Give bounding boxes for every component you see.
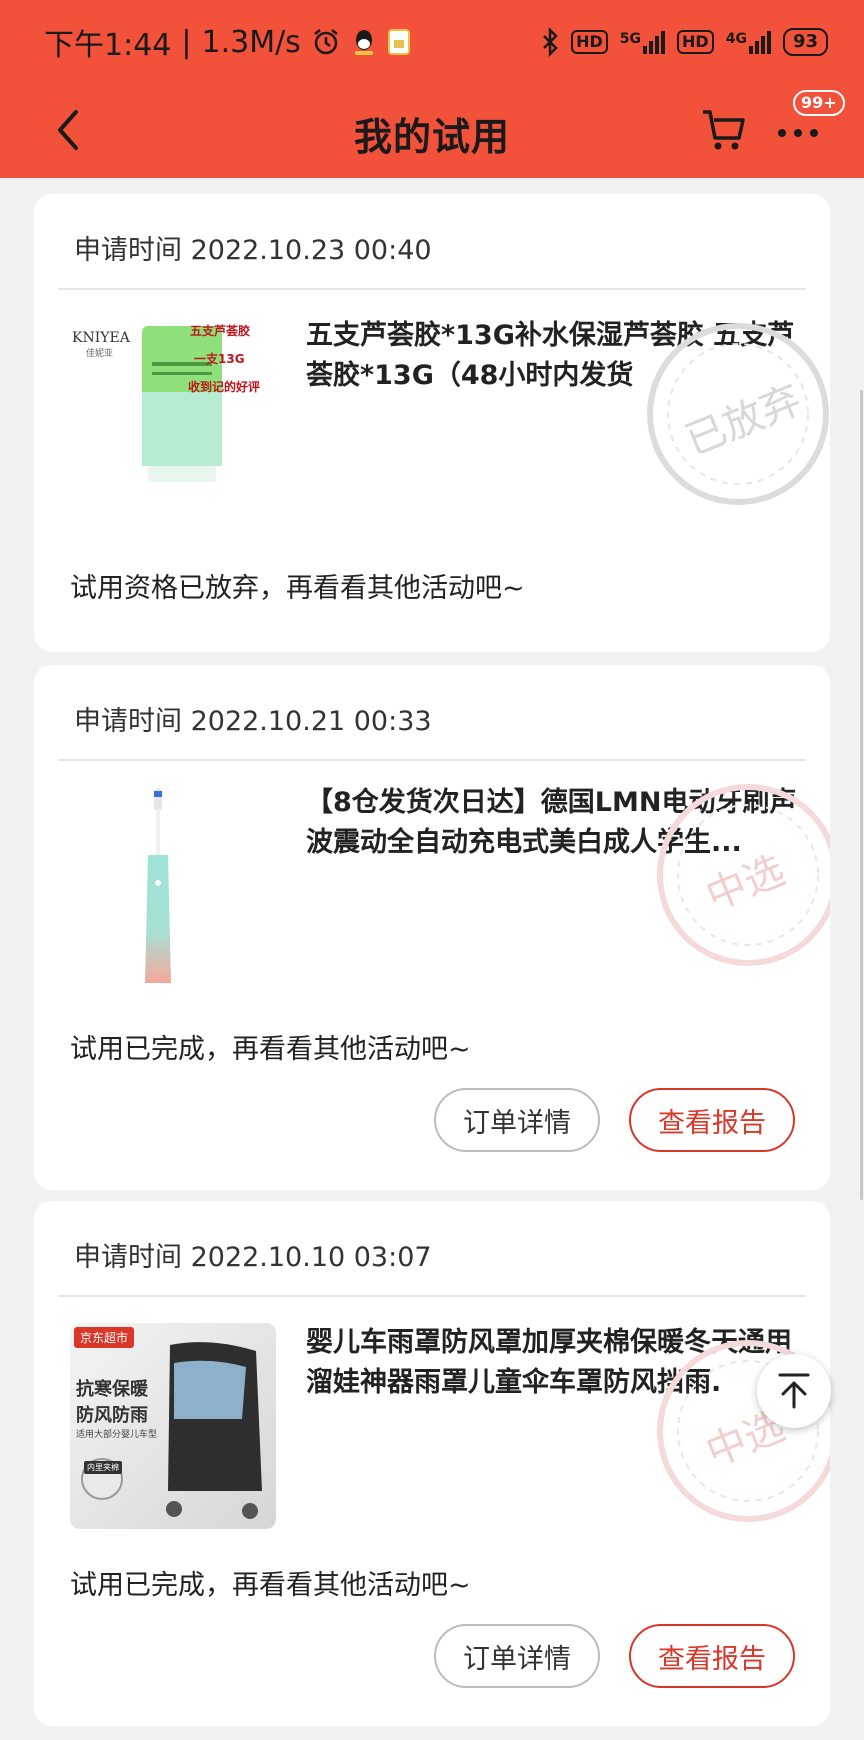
toothbrush-image [70,785,276,991]
divider [58,288,806,290]
signal-4g-icon: 4G [726,30,771,54]
trial-card[interactable]: 申请时间 2022.10.23 00:40 KNIYEA 佳妮亚 五支芦荟胶 一… [34,194,830,652]
selected-stamp: 中选 [648,775,830,975]
alarm-icon [314,29,338,55]
product-thumbnail[interactable] [70,785,276,991]
battery-indicator: 93 [782,28,828,56]
scrollbar[interactable] [860,390,863,1200]
order-detail-button[interactable]: 订单详情 [434,1088,600,1152]
hd-badge-2: HD [677,30,714,54]
hd-badge-1: HD [571,30,608,54]
product-thumbnail[interactable]: 京东超市 抗寒保暖 防风防雨 适用大部分婴儿车型 内里夹棉 [70,1323,276,1529]
trial-status-text: 试用资格已放弃，再看看其他活动吧~ [70,573,525,604]
trial-status-text: 试用已完成，再看看其他活动吧~ [70,1034,471,1065]
qq-icon [354,30,373,55]
divider [58,759,806,761]
signal-5g-icon: 5G [620,30,666,54]
clock: 下午1:44 [44,28,172,63]
network-speed: 1.3M/s [201,24,301,60]
trial-status-text: 试用已完成，再看看其他活动吧~ [70,1570,471,1601]
order-detail-button[interactable]: 订单详情 [434,1624,600,1688]
notification-badge: 99+ [793,90,845,116]
cart-icon[interactable] [700,106,748,152]
view-report-button[interactable]: 查看报告 [629,1088,795,1152]
nav-bar: 我的试用 99+ [0,84,864,178]
apply-time: 申请时间 2022.10.21 00:33 [74,706,432,737]
arrow-up-icon [778,1373,810,1409]
product-thumbnail[interactable]: KNIYEA 佳妮亚 五支芦荟胶 一支13G 收到记的好评 [70,302,276,508]
back-to-top-button[interactable] [757,1354,831,1428]
trial-card[interactable]: 申请时间 2022.10.10 03:07 京东超市 抗寒保暖 防风防雨 适用大… [34,1201,830,1726]
apply-time: 申请时间 2022.10.23 00:40 [74,235,432,266]
sim-card-icon [387,29,410,55]
bluetooth-icon [543,27,558,57]
abandoned-stamp: 已放弃 [638,314,830,514]
status-bar: 下午1:44 | 1.3M/s HD 5G HD 4G 93 [0,0,864,84]
top-bar: 下午1:44 | 1.3M/s HD 5G HD 4G 93 我的试用 99+ [0,0,864,178]
divider [58,1295,806,1297]
apply-time: 申请时间 2022.10.10 03:07 [74,1242,432,1273]
view-report-button[interactable]: 查看报告 [629,1624,795,1688]
trial-card[interactable]: 申请时间 2022.10.21 00:33 【8仓发货次日达】德国LMN电动牙刷… [34,665,830,1190]
